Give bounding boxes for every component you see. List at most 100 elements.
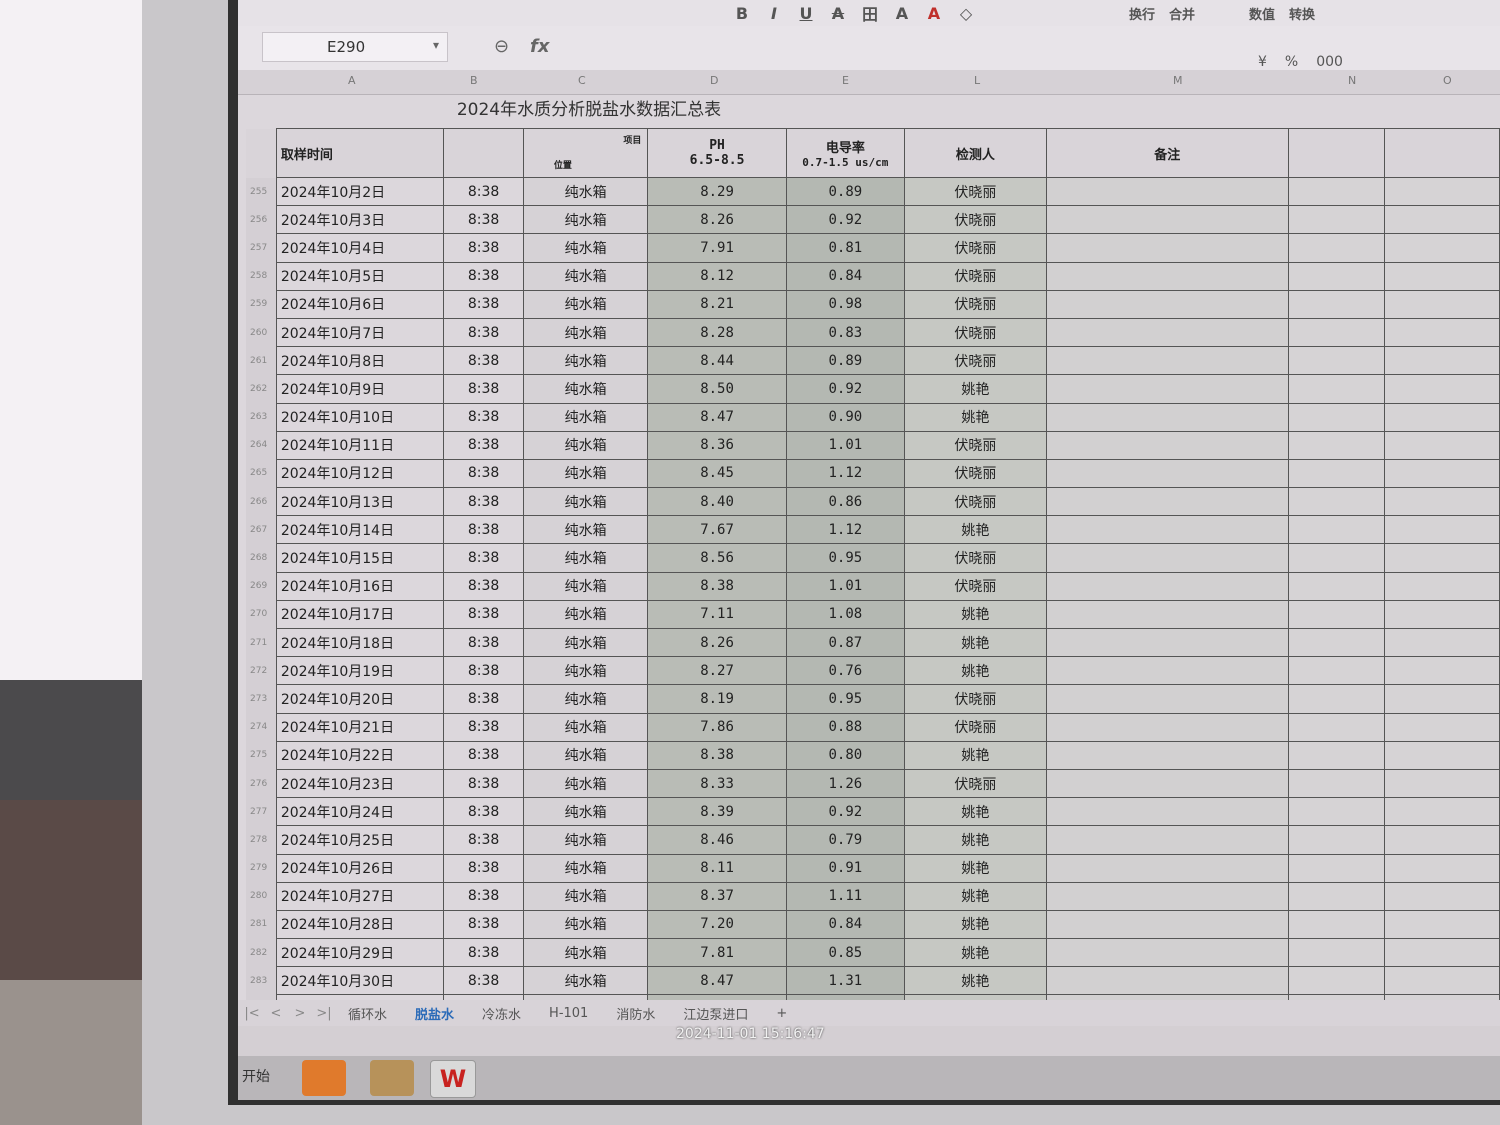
cell-conductivity[interactable]: 0.86 <box>785 487 905 517</box>
header-sample-time[interactable]: 取样时间 <box>275 128 445 178</box>
cell-note[interactable] <box>1045 571 1289 601</box>
cell-date[interactable]: 2024年10月6日 <box>275 289 445 319</box>
cell-time[interactable]: 8:38 <box>443 374 524 404</box>
cell-ph[interactable]: 8.11 <box>647 853 787 883</box>
cell-date[interactable]: 2024年10月14日 <box>275 515 445 545</box>
cell-note[interactable] <box>1045 599 1289 630</box>
cell-empty[interactable] <box>1383 684 1500 714</box>
cell-empty[interactable] <box>1383 825 1500 855</box>
cell-empty[interactable] <box>1287 289 1385 319</box>
column-header[interactable]: B <box>470 74 478 87</box>
cell-location[interactable]: 纯水箱 <box>522 740 649 770</box>
row-number[interactable]: 268 <box>246 543 277 573</box>
cell-conductivity[interactable]: 0.91 <box>785 853 905 883</box>
cell-conductivity[interactable]: 0.92 <box>785 205 905 235</box>
cell-note[interactable] <box>1045 938 1289 968</box>
cell-empty[interactable] <box>1383 571 1500 601</box>
cell-inspector[interactable]: 姚艳 <box>903 853 1047 883</box>
cell-empty[interactable] <box>1383 458 1500 489</box>
cell-inspector[interactable]: 姚艳 <box>903 402 1047 432</box>
tab-h101[interactable]: H-101 <box>535 1006 602 1021</box>
cell-note[interactable] <box>1045 712 1289 742</box>
cell-location[interactable]: 纯水箱 <box>522 571 649 601</box>
cell-inspector[interactable]: 伏晓丽 <box>903 176 1047 207</box>
cell-ph[interactable]: 8.29 <box>647 176 787 207</box>
cell-empty[interactable] <box>1383 176 1500 207</box>
cell-note[interactable] <box>1045 966 1289 996</box>
cell-empty[interactable] <box>1287 571 1385 601</box>
cell-inspector[interactable]: 姚艳 <box>903 599 1047 630</box>
row-number[interactable]: 277 <box>246 797 277 826</box>
row-number[interactable]: 260 <box>246 318 277 347</box>
cell-note[interactable] <box>1045 458 1289 489</box>
cell-time[interactable]: 8:38 <box>443 684 524 714</box>
cell-location[interactable]: 纯水箱 <box>522 289 649 319</box>
header-conductivity[interactable]: 电导率 0.7-1.5 us/cm <box>785 128 905 178</box>
sheet-title[interactable]: 2024年水质分析脱盐水数据汇总表 <box>274 94 904 126</box>
cell-conductivity[interactable]: 1.26 <box>785 768 905 799</box>
header-inspector[interactable]: 检测人 <box>903 128 1047 178</box>
cell-empty[interactable] <box>1287 966 1385 996</box>
cell-inspector[interactable]: 姚艳 <box>903 909 1047 940</box>
cell-empty[interactable] <box>1383 430 1500 460</box>
cell-conductivity[interactable]: 1.11 <box>785 881 905 911</box>
cell-date[interactable]: 2024年10月21日 <box>275 712 445 742</box>
cell-empty[interactable] <box>1383 289 1500 319</box>
cell-location[interactable]: 纯水箱 <box>522 205 649 235</box>
cell-date[interactable]: 2024年10月18日 <box>275 627 445 658</box>
cell-time[interactable]: 8:38 <box>443 909 524 940</box>
cell-date[interactable]: 2024年10月24日 <box>275 797 445 827</box>
cell-conductivity[interactable]: 1.12 <box>785 515 905 545</box>
cell-time[interactable]: 8:38 <box>443 289 524 319</box>
function-icon[interactable]: fx <box>530 36 549 57</box>
row-number[interactable]: 263 <box>246 403 277 432</box>
cell-inspector[interactable]: 姚艳 <box>903 374 1047 404</box>
row-number[interactable]: 282 <box>246 938 277 967</box>
cell-location[interactable]: 纯水箱 <box>522 797 649 827</box>
cell-time[interactable]: 8:38 <box>443 571 524 601</box>
cell-location[interactable]: 纯水箱 <box>522 430 649 460</box>
column-header[interactable]: D <box>710 74 718 87</box>
cell-empty[interactable] <box>1287 599 1385 630</box>
cell-date[interactable]: 2024年10月9日 <box>275 374 445 404</box>
cell-conductivity[interactable]: 0.83 <box>785 317 905 348</box>
cell-ph[interactable]: 8.37 <box>647 881 787 911</box>
cell-inspector[interactable]: 伏晓丽 <box>903 458 1047 489</box>
cell-time[interactable]: 8:38 <box>443 825 524 855</box>
column-header[interactable]: C <box>578 74 586 87</box>
cell-empty[interactable] <box>1287 656 1385 686</box>
cell-date[interactable]: 2024年10月13日 <box>275 487 445 517</box>
cell-date[interactable]: 2024年10月7日 <box>275 317 445 348</box>
row-number[interactable]: 279 <box>246 854 277 883</box>
column-header[interactable]: O <box>1443 74 1452 87</box>
cell-ph[interactable]: 8.40 <box>647 487 787 517</box>
cell-inspector[interactable]: 伏晓丽 <box>903 233 1047 263</box>
header-time[interactable] <box>443 128 524 178</box>
cell-inspector[interactable]: 姚艳 <box>903 825 1047 855</box>
row-number[interactable]: 280 <box>246 882 277 911</box>
cell-conductivity[interactable]: 0.81 <box>785 233 905 263</box>
cell-inspector[interactable]: 姚艳 <box>903 966 1047 996</box>
cell-date[interactable]: 2024年10月20日 <box>275 684 445 714</box>
row-number[interactable]: 275 <box>246 741 277 770</box>
header-note[interactable]: 备注 <box>1045 128 1289 178</box>
cell-conductivity[interactable]: 0.95 <box>785 684 905 714</box>
cell-conductivity[interactable]: 1.01 <box>785 430 905 460</box>
row-number[interactable]: 256 <box>246 205 277 234</box>
name-box[interactable]: E290 ▾ <box>262 32 448 62</box>
cell-date[interactable]: 2024年10月11日 <box>275 430 445 460</box>
cell-empty[interactable] <box>1383 487 1500 517</box>
cell-empty[interactable] <box>1287 881 1385 911</box>
cell-conductivity[interactable]: 0.90 <box>785 402 905 432</box>
wps-icon[interactable]: W <box>430 1060 476 1098</box>
cell-conductivity[interactable]: 0.88 <box>785 712 905 742</box>
cell-empty[interactable] <box>1287 684 1385 714</box>
cell-note[interactable] <box>1045 374 1289 404</box>
cell-empty[interactable] <box>1287 317 1385 348</box>
cell-inspector[interactable]: 姚艳 <box>903 881 1047 911</box>
cell-note[interactable] <box>1045 768 1289 799</box>
cell-note[interactable] <box>1045 684 1289 714</box>
cell-ph[interactable]: 8.45 <box>647 458 787 489</box>
cell-empty[interactable] <box>1383 853 1500 883</box>
font-color-button[interactable]: A <box>925 4 943 23</box>
